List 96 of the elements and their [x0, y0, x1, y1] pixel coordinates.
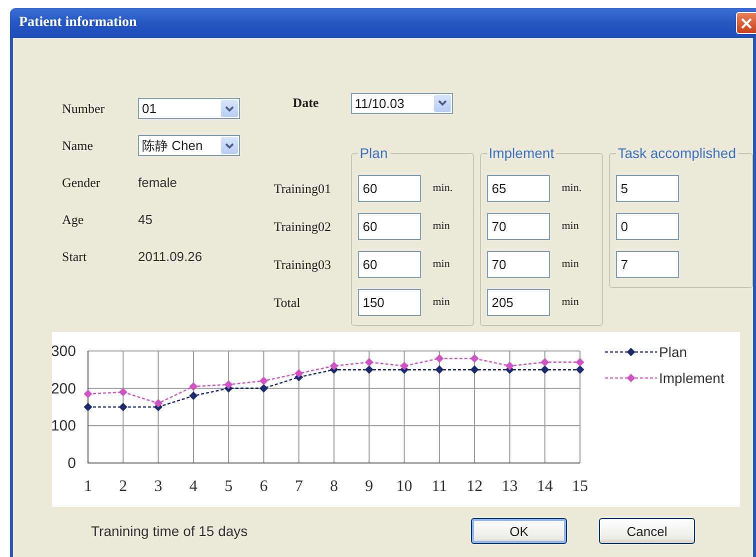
field-value: 2011.09.26 — [138, 249, 202, 264]
unit-label: min. — [432, 182, 454, 194]
group-title: Implement — [488, 145, 556, 161]
point — [224, 380, 233, 389]
chevron-down-icon — [438, 100, 447, 106]
point — [259, 376, 268, 386]
y-tick-label: 200 — [52, 380, 76, 398]
field-label: Age — [62, 212, 85, 228]
close-button[interactable] — [736, 12, 756, 34]
point — [118, 402, 128, 412]
group-title: Plan — [358, 145, 389, 161]
point — [576, 358, 584, 366]
point — [84, 390, 92, 398]
row-label: Total — [274, 294, 302, 312]
input-field[interactable]: 5 — [616, 174, 679, 202]
input-field[interactable]: 205 — [486, 288, 550, 316]
x-tick-label: 13 — [502, 478, 518, 495]
x-tick-label: 3 — [154, 478, 162, 495]
point — [154, 399, 163, 408]
unit-label: min. — [562, 182, 583, 194]
combo-box[interactable]: 01 — [138, 98, 240, 119]
chart-caption: Tranining time of 15 days — [91, 523, 249, 539]
x-tick-label: 5 — [224, 478, 233, 495]
point — [259, 384, 268, 393]
field-value: female — [138, 175, 178, 190]
x-tick-label: 9 — [365, 478, 374, 495]
date-combo-box[interactable]: 11/10.03 — [350, 92, 453, 114]
point — [435, 365, 444, 374]
legend-label: Implement — [659, 370, 724, 386]
row-label: Training03 — [274, 256, 332, 274]
x-tick-label: 14 — [536, 478, 553, 495]
x-tick-label: 7 — [294, 478, 303, 495]
x-tick-label: 1 — [84, 478, 92, 495]
x-tick-label: 10 — [396, 478, 412, 495]
point — [540, 365, 550, 374]
input-field[interactable]: 60 — [358, 212, 421, 240]
point — [189, 392, 198, 400]
x-tick-label: 12 — [466, 478, 483, 495]
input-field[interactable]: 7 — [616, 250, 679, 278]
x-tick-label: 4 — [189, 478, 198, 495]
field-value: 45 — [138, 212, 152, 227]
input-field[interactable]: 150 — [358, 288, 421, 316]
dropdown-button[interactable] — [221, 137, 238, 154]
point — [540, 358, 550, 366]
point — [189, 382, 198, 391]
date-label: Date — [292, 95, 320, 111]
chevron-down-icon — [225, 106, 234, 112]
field-label: Name — [62, 138, 94, 154]
field-label: Number — [62, 100, 106, 116]
dropdown-button[interactable] — [434, 94, 451, 112]
row-label: Training02 — [274, 218, 332, 236]
legend-label: Plan — [659, 344, 688, 360]
point — [576, 365, 584, 374]
close-icon — [741, 18, 752, 28]
unit-label: min — [432, 296, 451, 308]
row-label: Training01 — [274, 180, 332, 198]
point — [118, 388, 128, 396]
unit-label: min — [562, 220, 580, 232]
input-field[interactable]: 70 — [486, 250, 550, 278]
point — [505, 362, 514, 370]
input-field[interactable]: 70 — [486, 212, 550, 240]
input-field[interactable]: 65 — [486, 174, 550, 202]
unit-label: min — [562, 296, 580, 308]
input-field[interactable]: 60 — [358, 174, 421, 202]
point — [435, 354, 444, 363]
group-title: Task accomplished — [616, 145, 737, 161]
legend-marker-icon — [605, 374, 657, 382]
point — [294, 369, 304, 378]
input-field[interactable]: 60 — [358, 250, 421, 278]
point — [364, 358, 374, 366]
point — [364, 365, 374, 374]
unit-label: min — [562, 258, 580, 270]
y-tick-label: 100 — [52, 418, 76, 435]
point — [84, 402, 92, 412]
combo-box[interactable]: 陈静 Chen — [138, 135, 240, 156]
point — [470, 354, 479, 363]
x-tick-label: 6 — [260, 478, 268, 495]
dropdown-button[interactable] — [221, 100, 238, 117]
point — [400, 362, 409, 370]
point — [470, 365, 479, 374]
field-label: Gender — [62, 174, 102, 190]
x-tick-label: 11 — [432, 478, 448, 495]
x-tick-label: 15 — [572, 478, 588, 495]
x-tick-label: 2 — [119, 478, 128, 495]
window-title: Patient information — [19, 15, 137, 31]
x-tick-label: 8 — [330, 478, 338, 495]
field-label: Start — [62, 248, 88, 264]
y-tick-label: 0 — [68, 455, 76, 472]
cancel-button[interactable]: Cancel — [599, 518, 695, 544]
legend-marker-icon — [605, 348, 657, 356]
unit-label: min — [432, 258, 451, 270]
unit-label: min — [432, 220, 451, 232]
point — [330, 362, 338, 370]
ok-button[interactable]: OK — [471, 518, 567, 544]
input-field[interactable]: 0 — [616, 212, 679, 240]
chevron-down-icon — [225, 142, 234, 148]
